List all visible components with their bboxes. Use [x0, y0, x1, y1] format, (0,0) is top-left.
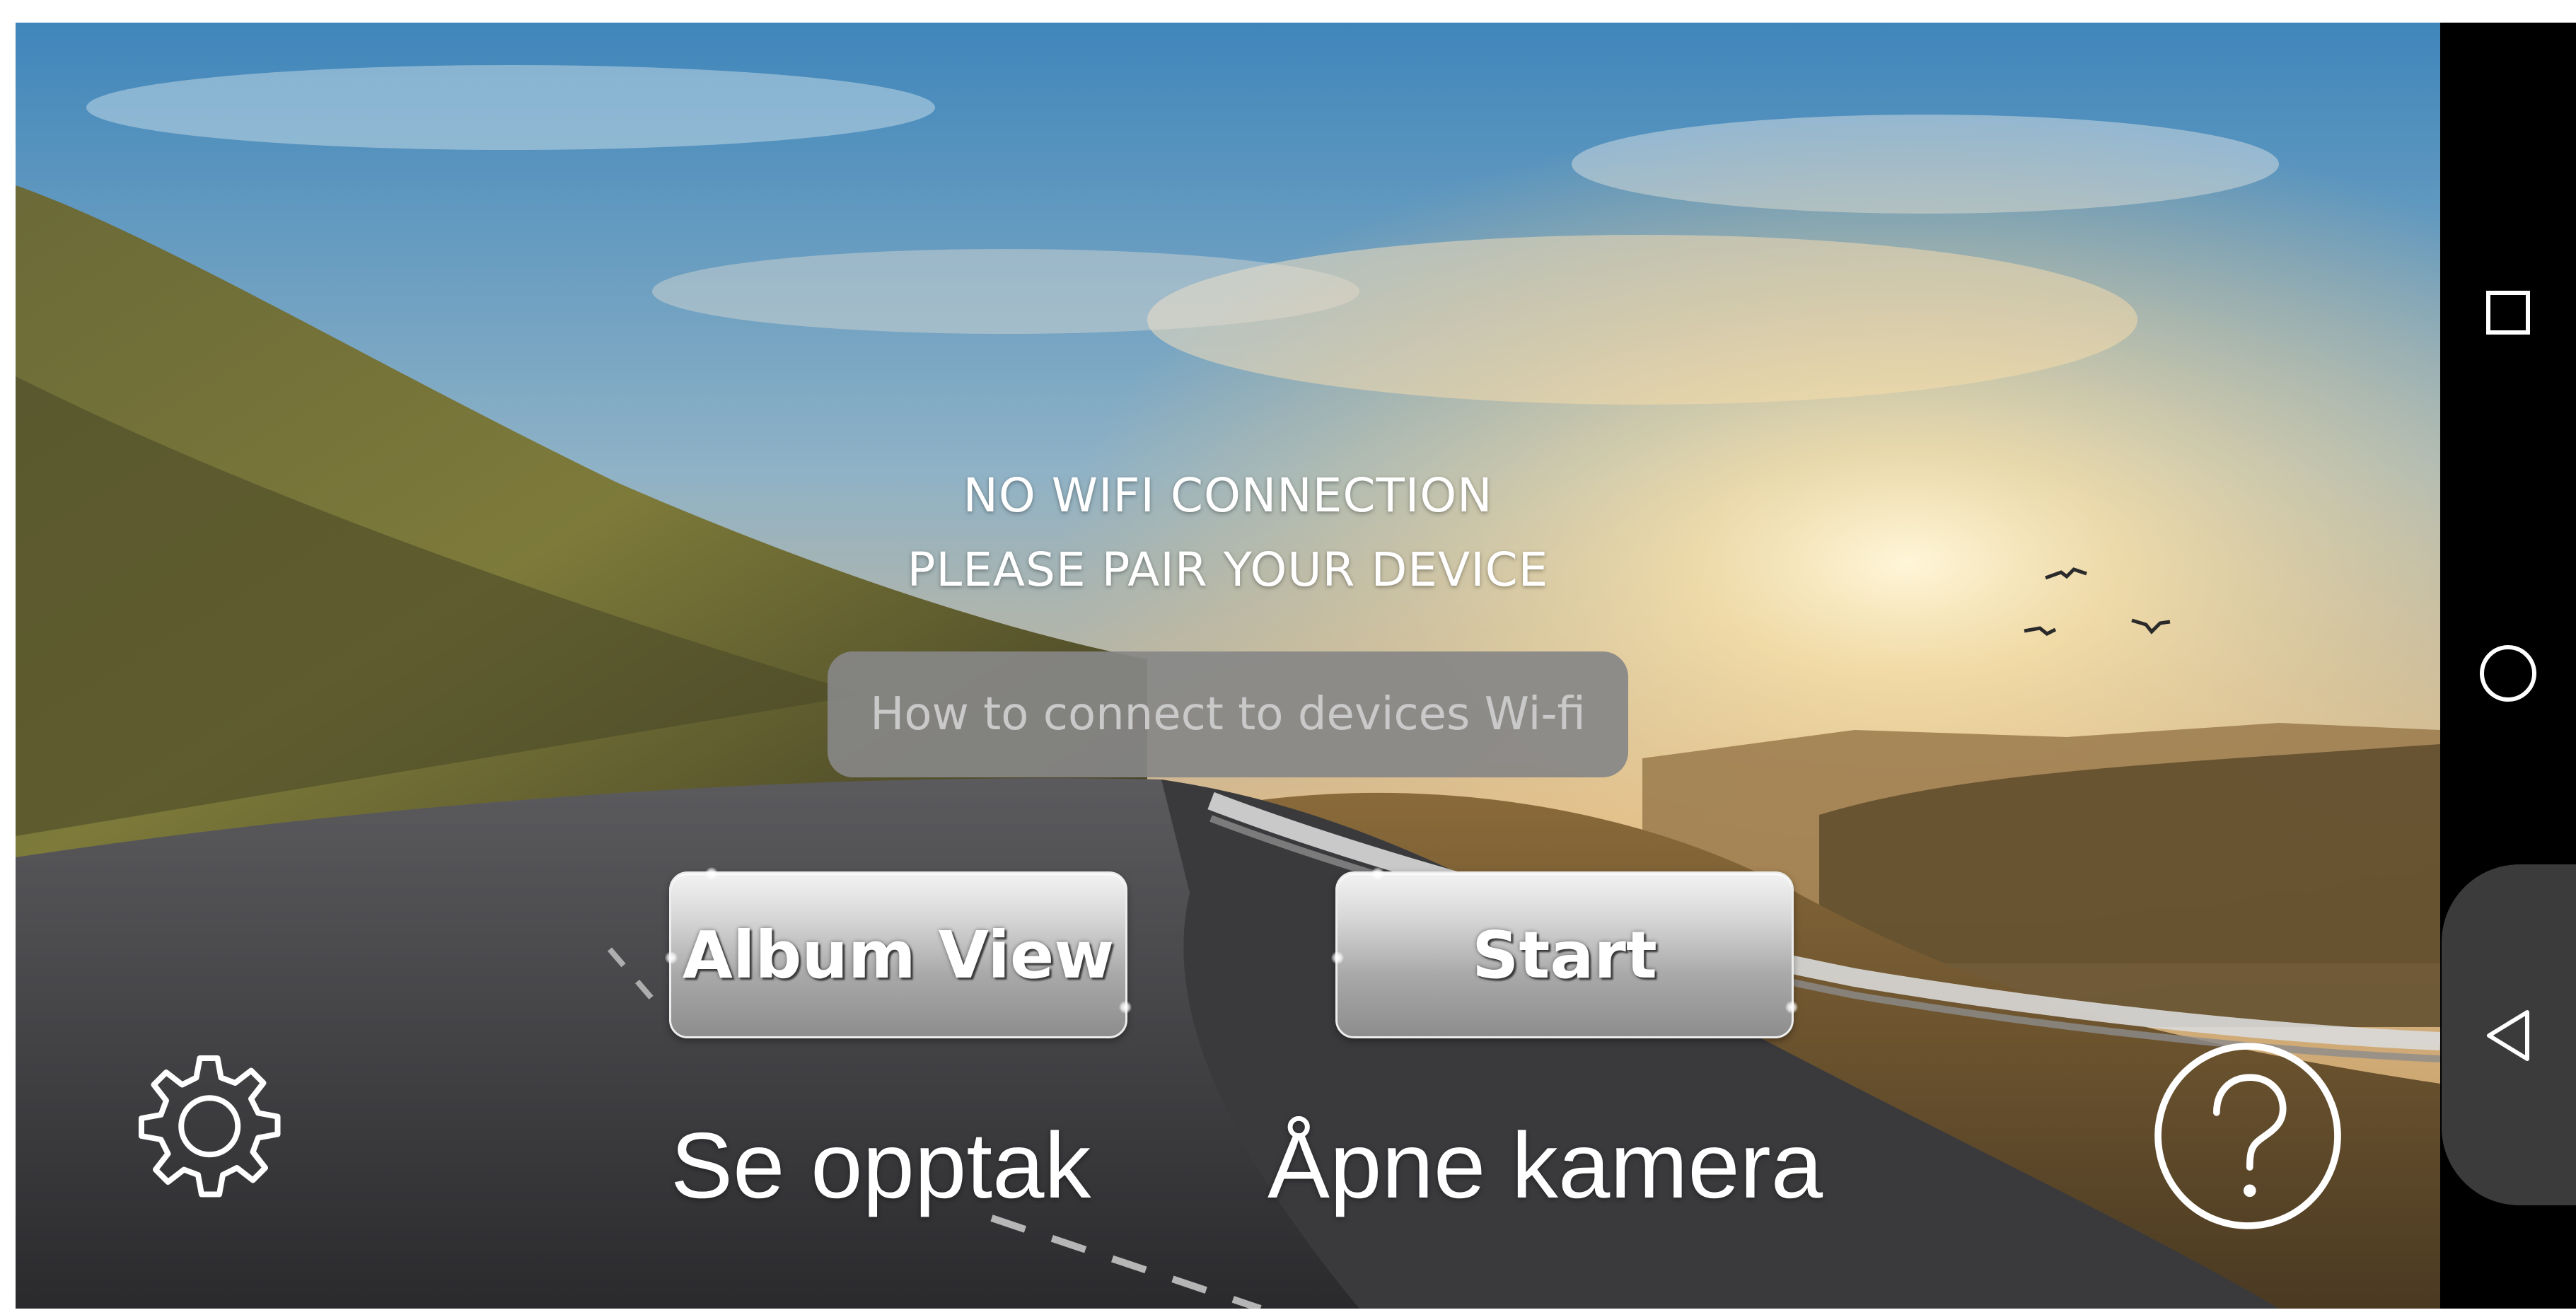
android-navigation-bar	[2440, 23, 2576, 1309]
how-to-connect-wifi-button[interactable]: How to connect to devices Wi-fi	[828, 651, 1628, 777]
no-wifi-status-text: NO WIFI CONNECTION	[963, 468, 1493, 523]
how-to-connect-wifi-label: How to connect to devices Wi-fi	[870, 688, 1586, 741]
sparkle-decoration	[705, 867, 718, 880]
album-view-button[interactable]: Album View	[665, 867, 1132, 1038]
circle-icon	[2480, 645, 2536, 702]
square-icon	[2486, 291, 2530, 335]
sparkle-decoration	[1119, 1001, 1132, 1014]
recents-button[interactable]	[2440, 263, 2576, 362]
back-button[interactable]	[2440, 986, 2576, 1085]
question-mark-icon[interactable]	[2150, 1038, 2345, 1234]
sparkle-decoration	[1371, 867, 1384, 880]
se-opptak-label: Se opptak	[671, 1113, 1091, 1217]
album-view-label: Album View	[682, 917, 1115, 993]
pair-device-status-text: PLEASE PAIR YOUR DEVICE	[907, 543, 1549, 597]
sparkle-decoration	[665, 951, 678, 964]
gear-icon[interactable]	[120, 1044, 297, 1221]
sparkle-decoration	[1785, 1001, 1798, 1014]
sparkle-decoration	[1331, 951, 1344, 964]
home-button[interactable]	[2440, 624, 2576, 723]
app-screen: NO WIFI CONNECTION PLEASE PAIR YOUR DEVI…	[16, 23, 2440, 1309]
apne-kamera-label: Åpne kamera	[1267, 1113, 1823, 1217]
triangle-back-icon	[2487, 1010, 2529, 1061]
start-label: Start	[1472, 917, 1657, 993]
start-button[interactable]: Start	[1331, 867, 1798, 1038]
